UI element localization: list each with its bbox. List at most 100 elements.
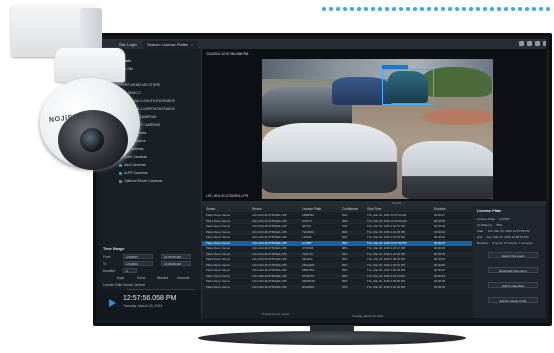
table-cell: 00:00:06 xyxy=(434,235,445,239)
column-header[interactable]: Server xyxy=(206,206,252,212)
settings-icon[interactable] xyxy=(519,41,524,46)
duration-row: Duration 0 xyxy=(103,268,195,274)
detail-action-button[interactable]: Export this event xyxy=(488,252,538,258)
to-label: To xyxy=(103,262,107,266)
column-header[interactable]: Device xyxy=(252,206,302,212)
video-frame xyxy=(262,59,493,199)
table-cell: LSC-HS4-IR-ZT50SE4-LPR xyxy=(252,246,287,250)
table-cell: 99% xyxy=(342,268,348,272)
column-header[interactable]: License Plate xyxy=(302,206,342,212)
table-cell: 00:00:04 xyxy=(434,257,445,261)
unit-seconds[interactable]: Seconds xyxy=(177,276,189,280)
table-cell: Thu, Mar 20, 2025 12:57:56 PM xyxy=(367,240,407,245)
from-time-field[interactable]: 12:00:00 AM xyxy=(161,254,191,259)
table-cell: 00:00:05 xyxy=(434,273,445,278)
table-cell: 98% xyxy=(342,273,348,278)
dot xyxy=(343,7,347,11)
table-cell: LSC-HS4-IR-ZT50SE4-LPR xyxy=(252,257,287,261)
table-cell: LSC-HS4-IR-ZT50SE4-LPR xyxy=(252,213,287,217)
column-header[interactable]: Start Time xyxy=(367,206,434,212)
dot xyxy=(371,7,375,11)
timeline-tick-label: 1:00:00 PM xyxy=(378,319,392,320)
table-cell: 00:00:08 xyxy=(434,279,445,283)
table-cell: Thu, Mar 20, 2025 1:12:08 PM xyxy=(367,229,405,234)
dot xyxy=(497,7,501,11)
to-row: To 1/1/2024 12:00:00 AM xyxy=(103,261,195,267)
dot xyxy=(490,7,494,11)
timeline-tick-label: 12:54:00 PM xyxy=(276,319,292,320)
from-date-field[interactable]: 1/1/2024 xyxy=(123,254,153,259)
table-cell: Thu, Mar 20, 2025 12:58:56 AM xyxy=(367,218,407,223)
close-icon[interactable]: × xyxy=(191,42,193,47)
detail-action-button[interactable]: Bookmark this event xyxy=(488,267,538,273)
table-row[interactable]: Plaza Demo Server LSC-HS4-IR-ZT50SE4-LPR L… xyxy=(202,235,472,240)
table-cell: Thu, Mar 20, 2025 12:57:00 AM xyxy=(367,213,407,217)
detail-action-button[interactable]: Export results to file xyxy=(488,297,538,303)
table-row[interactable]: Plaza Demo Server LSC-HS4-IR-ZT50SE4-LPR D… xyxy=(202,268,472,273)
tree-item[interactable]: Alert Cameras xyxy=(119,163,146,167)
table-row[interactable]: Plaza Demo Server LSC-HS4-IR-ZT50SE4-LPR K… xyxy=(202,273,472,279)
clock-time: 12:57:56.058 PM xyxy=(123,295,177,302)
table-cell: Plaza Demo Server xyxy=(206,284,231,289)
close-icon[interactable] xyxy=(543,41,546,46)
dot xyxy=(357,7,361,11)
table-cell: MVA0563 xyxy=(302,284,315,289)
table-cell: Plaza Demo Server xyxy=(206,251,231,256)
dot xyxy=(511,7,515,11)
table-cell: 00:00:09 xyxy=(434,251,445,256)
table-cell: Thu, Mar 20, 2025 1:24:17 PM xyxy=(367,246,405,250)
table-cell: Thu, Mar 20, 2025 2:09:48 PM xyxy=(367,279,405,283)
detail-label: License Plate xyxy=(477,217,496,221)
table-row[interactable]: Plaza Demo Server LSC-HS4-IR-ZT50SE4-LPR L… xyxy=(202,240,472,246)
tree-item[interactable]: ALPR Cameras xyxy=(119,171,148,175)
table-row[interactable]: Plaza Demo Server LSC-HS4-IR-ZT50SE4-LPR T… xyxy=(202,229,472,235)
timeline-tick-label: 12:58:00 PM xyxy=(344,319,360,320)
maximize-icon[interactable] xyxy=(535,41,540,46)
table-cell: Thu, Mar 20, 2025 1:45:19 PM xyxy=(367,262,405,267)
timeline-tick-label: 12:50:00 PM xyxy=(208,319,224,320)
plate-section: License Plate Search Options xyxy=(103,282,195,288)
curb xyxy=(422,109,493,125)
dot xyxy=(469,7,473,11)
duration-field[interactable]: 0 xyxy=(123,268,137,273)
tree-item[interactable]: Optional Server Cameras xyxy=(119,179,162,183)
table-row[interactable]: Plaza Demo Server LSC-HS4-IR-ZT50SE4-LPR N… xyxy=(202,218,472,224)
table-cell: Plaza Demo Server xyxy=(206,246,231,250)
table-cell: 97% xyxy=(342,284,348,289)
column-header[interactable]: Confidence xyxy=(342,206,367,212)
table-cell: 00:00:07 xyxy=(434,213,445,217)
minimize-icon[interactable] xyxy=(527,41,532,46)
table-row[interactable]: Plaza Demo Server LSC-HS4-IR-ZT50SE4-LPR H… xyxy=(202,279,472,284)
dot xyxy=(336,7,340,11)
table-cell: TGF3902 xyxy=(302,229,314,234)
to-date-field[interactable]: 1/1/2024 xyxy=(123,261,153,266)
unit-days[interactable]: Days xyxy=(117,276,124,280)
dot xyxy=(329,7,333,11)
table-row[interactable]: Plaza Demo Server LSC-HS4-IR-ZT50SE4-LPR X… xyxy=(202,262,472,268)
dot xyxy=(392,7,396,11)
play-icon[interactable] xyxy=(109,299,116,307)
video-player[interactable]: 1/1/2024 12:57:56.058 PM LSC-HS4-IR-ZT50… xyxy=(202,49,546,201)
tab-search-license-plates[interactable]: Search: License Plates × xyxy=(143,41,198,49)
dot xyxy=(525,7,529,11)
table-row[interactable]: Plaza Demo Server LSC-HS4-IR-ZT50SE4-LPR J… xyxy=(202,246,472,251)
table-row[interactable]: Plaza Demo Server LSC-HS4-IR-ZT50SE4-LPR A… xyxy=(202,213,472,218)
unit-hours[interactable]: Hours xyxy=(137,276,146,280)
table-row[interactable]: Plaza Demo Server LSC-HS4-IR-ZT50SE4-LPR S… xyxy=(202,257,472,262)
to-time-field[interactable]: 12:00:00 AM xyxy=(161,261,191,266)
timeline[interactable]: 12:50:00 PM 12:52:00 PM 12:54:00 PM 12:56:0… xyxy=(202,314,546,320)
table-cell: 00:00:05 xyxy=(434,218,445,223)
table-footer: Displaying 14 results xyxy=(262,312,290,316)
table-row[interactable]: Plaza Demo Server LSC-HS4-IR-ZT50SE4-LPR M… xyxy=(202,284,472,290)
detail-action-button[interactable]: Add to case files xyxy=(488,282,538,288)
table-cell: J87601 xyxy=(302,224,312,228)
detail-label: Confidence xyxy=(477,223,493,227)
table-row[interactable]: Plaza Demo Server LSC-HS4-IR-ZT50SE4-LPR J… xyxy=(202,224,472,229)
table-row[interactable]: Plaza Demo Server LSC-HS4-IR-ZT50SE4-LPR C… xyxy=(202,251,472,257)
from-row: From 1/1/2024 12:00:00 AM xyxy=(103,254,195,260)
column-header[interactable]: Duration xyxy=(434,206,472,212)
unit-minutes[interactable]: Minutes xyxy=(157,276,168,280)
results-table: Server Device License Plate Confidence Start… xyxy=(202,206,472,318)
detail-label: Duration xyxy=(477,241,489,245)
table-cell: LSC-HS4-IR-ZT50SE4-LPR xyxy=(252,240,287,245)
